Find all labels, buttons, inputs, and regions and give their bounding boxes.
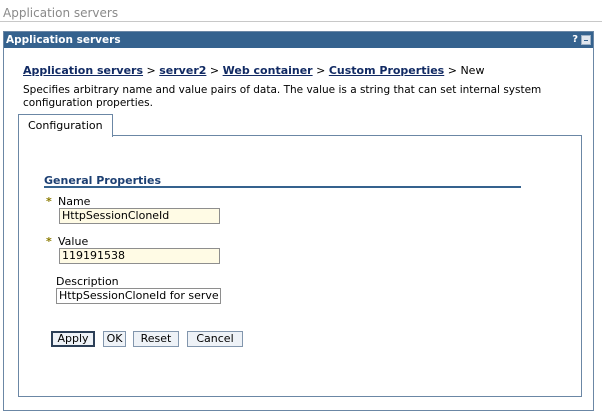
breadcrumb: Application servers > server2 > Web cont… bbox=[23, 64, 484, 77]
value-label: Value bbox=[58, 235, 89, 248]
application-servers-portlet: Application servers ? Application server… bbox=[3, 31, 594, 411]
description-field[interactable]: HttpSessionCloneId for serve bbox=[56, 288, 221, 304]
required-asterisk-icon: * bbox=[46, 195, 52, 208]
name-label: Name bbox=[58, 195, 91, 208]
ok-button[interactable]: OK bbox=[103, 331, 126, 347]
page-description: Specifies arbitrary name and value pairs… bbox=[23, 84, 542, 109]
breadcrumb-link-server2[interactable]: server2 bbox=[159, 64, 206, 77]
name-field[interactable]: HttpSessionCloneId bbox=[59, 208, 220, 224]
help-icon[interactable]: ? bbox=[572, 32, 578, 48]
section-divider bbox=[44, 186, 521, 188]
portlet-title-bar: Application servers ? bbox=[4, 32, 593, 48]
portlet-title: Application servers bbox=[6, 34, 121, 46]
breadcrumb-link-custom-properties[interactable]: Custom Properties bbox=[329, 64, 444, 77]
apply-button[interactable]: Apply bbox=[51, 331, 95, 347]
breadcrumb-link-application-servers[interactable]: Application servers bbox=[23, 64, 143, 77]
required-asterisk-icon: * bbox=[46, 235, 52, 248]
portlet-controls: ? bbox=[572, 32, 591, 48]
minimize-icon[interactable] bbox=[581, 35, 591, 45]
cancel-button[interactable]: Cancel bbox=[187, 331, 243, 347]
value-field[interactable]: 119191538 bbox=[59, 248, 220, 264]
configuration-panel: General Properties * Name HttpSessionClo… bbox=[18, 135, 582, 397]
breadcrumb-link-web-container[interactable]: Web container bbox=[223, 64, 313, 77]
breadcrumb-separator: > bbox=[146, 64, 156, 77]
description-label: Description bbox=[56, 275, 119, 288]
breadcrumb-separator: > bbox=[316, 64, 326, 77]
page-title-divider bbox=[0, 21, 602, 22]
tab-configuration[interactable]: Configuration bbox=[18, 114, 113, 137]
page-title: Application servers bbox=[3, 6, 119, 20]
breadcrumb-separator: > bbox=[209, 64, 220, 77]
reset-button[interactable]: Reset bbox=[133, 331, 179, 347]
breadcrumb-current: New bbox=[460, 64, 485, 77]
breadcrumb-separator: > bbox=[447, 64, 457, 77]
